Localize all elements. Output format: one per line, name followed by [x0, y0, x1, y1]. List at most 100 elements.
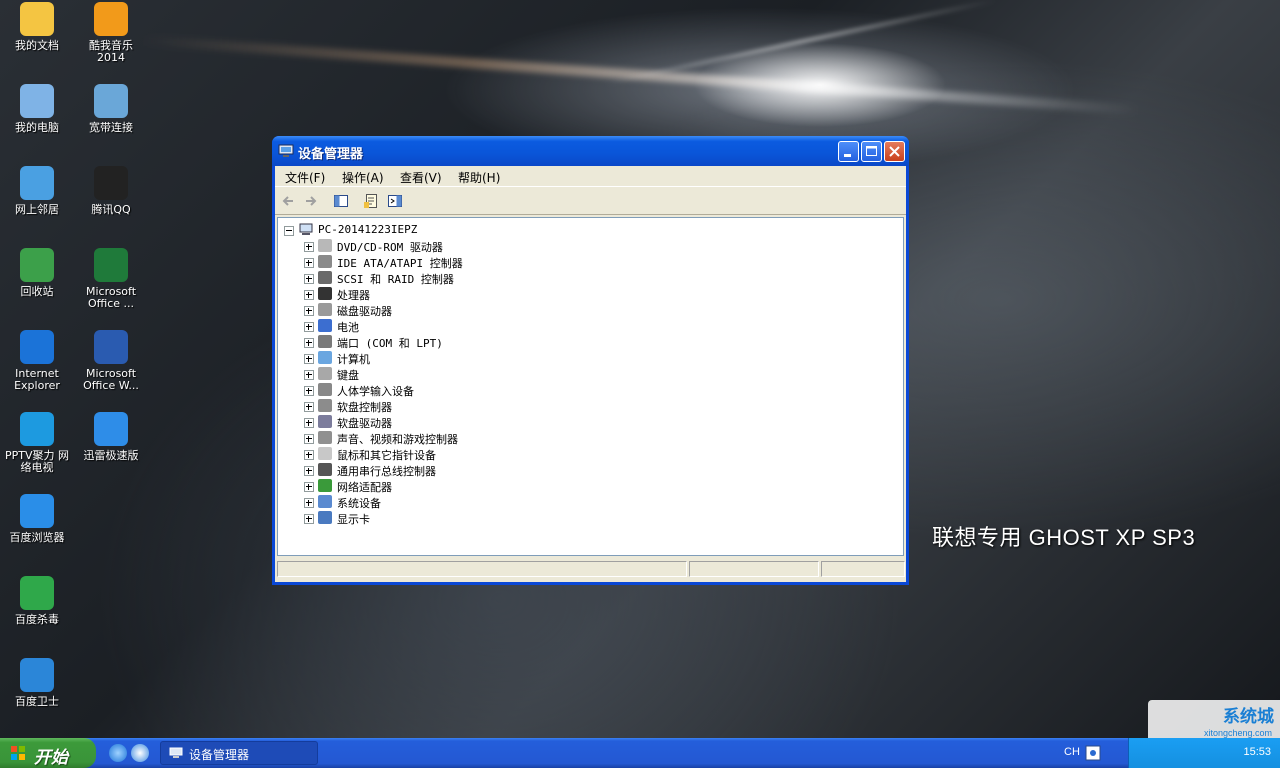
battery-icon — [318, 319, 332, 332]
system-device-icon — [318, 495, 332, 508]
clock[interactable]: 15:53 — [1243, 746, 1271, 758]
expand-toggle[interactable] — [304, 306, 314, 316]
desktop-icon[interactable]: 我的电脑 — [0, 84, 74, 134]
desktop-icon[interactable]: Internet Explorer — [0, 330, 74, 392]
expand-toggle[interactable] — [304, 386, 314, 396]
device-category-label: 电池 — [337, 321, 359, 334]
start-button[interactable]: 开始 — [0, 738, 96, 768]
desktop-icon[interactable]: PPTV聚力 网 络电视 — [0, 412, 74, 474]
maximize-button[interactable] — [861, 141, 882, 162]
computer-icon — [318, 351, 332, 364]
expand-toggle[interactable] — [304, 418, 314, 428]
keyboard-icon — [318, 367, 332, 380]
forward-arrow-icon[interactable] — [302, 193, 318, 209]
quicklaunch-browser-icon[interactable] — [131, 744, 149, 762]
kuwo-music-icon — [94, 2, 128, 36]
desktop-icon-label: 我的文档 — [15, 39, 59, 52]
desktop-icon-label: Microsoft Office W... — [83, 367, 139, 392]
back-arrow-icon[interactable] — [281, 193, 297, 209]
desktop-icon[interactable]: 百度浏览器 — [0, 494, 74, 544]
device-category-label: 磁盘驱动器 — [337, 305, 392, 318]
device-category-label: 显示卡 — [337, 513, 370, 526]
device-category-label: 端口 (COM 和 LPT) — [337, 337, 443, 350]
device-category-label: 计算机 — [337, 353, 370, 366]
properties-icon[interactable] — [363, 193, 379, 209]
my-documents-icon — [20, 2, 54, 36]
start-label: 开始 — [34, 748, 68, 768]
pptv-icon — [20, 412, 54, 446]
expand-toggle[interactable] — [304, 514, 314, 524]
expand-toggle[interactable] — [304, 258, 314, 268]
expand-toggle[interactable] — [304, 370, 314, 380]
port-icon — [318, 335, 332, 348]
expand-toggle[interactable] — [304, 434, 314, 444]
desktop-icon-label: 腾讯QQ — [91, 203, 131, 216]
expand-toggle[interactable] — [304, 450, 314, 460]
device-manager-icon — [278, 144, 294, 157]
window-titlebar[interactable]: 设备管理器 — [272, 136, 909, 166]
expand-toggle[interactable] — [304, 322, 314, 332]
desktop-icon[interactable]: 我的文档 — [0, 2, 74, 52]
expand-toggle[interactable] — [304, 242, 314, 252]
desktop-icon[interactable]: 网上邻居 — [0, 166, 74, 216]
maximize-icon — [866, 146, 877, 156]
device-tree[interactable]: PC-20141223IEPZ DVD/CD-ROM 驱动器 IDE ATA/AT… — [277, 217, 904, 556]
expand-toggle[interactable] — [304, 338, 314, 348]
expand-toggle[interactable] — [304, 466, 314, 476]
desktop-icon[interactable]: 回收站 — [0, 248, 74, 298]
baidu-browser-icon — [20, 494, 54, 528]
minimize-button[interactable] — [838, 141, 859, 162]
scsi-controller-icon — [318, 271, 332, 284]
network-places-icon — [20, 166, 54, 200]
excel-icon — [94, 248, 128, 282]
desktop-icon[interactable]: Microsoft Office W... — [74, 330, 148, 392]
desktop-icon-label: 我的电脑 — [15, 121, 59, 134]
menu-action[interactable]: 操作(A) — [342, 169, 384, 186]
menu-help[interactable]: 帮助(H) — [458, 169, 500, 186]
word-icon — [94, 330, 128, 364]
desktop-icon[interactable]: 腾讯QQ — [74, 166, 148, 216]
desktop-icon[interactable]: Microsoft Office ... — [74, 248, 148, 310]
collapse-toggle[interactable] — [284, 226, 294, 236]
wallpaper-light-streak — [603, 0, 997, 86]
expand-toggle[interactable] — [304, 402, 314, 412]
expand-toggle[interactable] — [304, 482, 314, 492]
menu-file[interactable]: 文件(F) — [285, 169, 325, 186]
desktop-icon[interactable]: 宽带连接 — [74, 84, 148, 134]
network-adapter-icon — [318, 479, 332, 492]
taskbar-item-device-manager[interactable]: 设备管理器 — [160, 741, 318, 765]
processor-icon — [318, 287, 332, 300]
help-icon[interactable] — [387, 193, 403, 209]
desktop-icon[interactable]: 百度卫士 — [0, 658, 74, 708]
dvd-drive-icon — [318, 239, 332, 252]
device-category-label: DVD/CD-ROM 驱动器 — [337, 241, 443, 254]
status-pane-2 — [689, 561, 819, 577]
desktop-icon[interactable]: 百度杀毒 — [0, 576, 74, 626]
input-method-icon[interactable] — [1085, 745, 1101, 761]
show-hide-console-tree-icon[interactable] — [333, 193, 349, 209]
close-button[interactable] — [884, 141, 905, 162]
device-category-label: 声音、视频和游戏控制器 — [337, 433, 458, 446]
display-adapter-icon — [318, 511, 332, 524]
usb-icon — [318, 463, 332, 476]
menu-bar: 文件(F) 操作(A) 查看(V) 帮助(H) — [275, 166, 906, 187]
expand-toggle[interactable] — [304, 354, 314, 364]
minimize-icon — [844, 154, 851, 157]
toolbar — [275, 188, 906, 215]
baidu-antivirus-icon — [20, 576, 54, 610]
watermark-title: 系统城 — [1223, 707, 1274, 727]
windows-flag-icon — [11, 746, 25, 760]
expand-toggle[interactable] — [304, 290, 314, 300]
menu-view[interactable]: 查看(V) — [400, 169, 442, 186]
desktop-icon[interactable]: 酷我音乐 2014 — [74, 2, 148, 64]
expand-toggle[interactable] — [304, 498, 314, 508]
thunder-icon — [94, 412, 128, 446]
desktop-icon[interactable]: 迅雷极速版 — [74, 412, 148, 462]
status-pane-3 — [821, 561, 905, 577]
expand-toggle[interactable] — [304, 274, 314, 284]
device-category-label: 人体学输入设备 — [337, 385, 414, 398]
watermark-logo: 系统城 xitongcheng.com — [1148, 700, 1280, 740]
floppy-drive-icon — [318, 415, 332, 428]
language-indicator[interactable]: CH — [1064, 746, 1080, 758]
quicklaunch-ie-icon[interactable] — [109, 744, 127, 762]
